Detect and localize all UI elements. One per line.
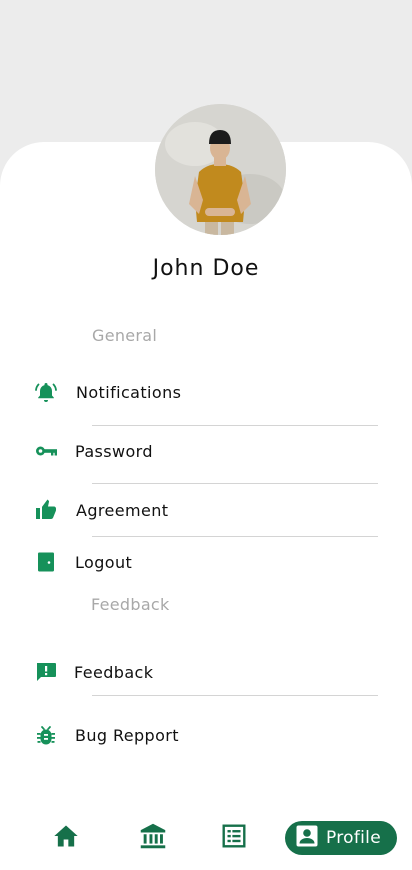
menu-label-agreement: Agreement [76, 500, 169, 520]
door-icon [34, 550, 58, 574]
menu-item-notifications[interactable]: Notifications [34, 378, 181, 406]
feedback-icon [34, 660, 58, 684]
avatar[interactable] [155, 104, 286, 235]
section-label-general: General [92, 326, 158, 345]
bug-icon [34, 723, 58, 747]
menu-item-agreement[interactable]: Agreement [34, 496, 168, 524]
menu-item-bug-report[interactable]: Bug Repport [34, 721, 179, 749]
menu-label-bug-report: Bug Repport [75, 725, 179, 745]
bank-icon [139, 822, 167, 854]
menu-item-feedback[interactable]: Feedback [34, 658, 153, 686]
profile-icon [295, 824, 319, 852]
menu-label-password: Password [75, 441, 153, 461]
nav-profile-label: Profile [326, 828, 381, 848]
nav-profile-button[interactable]: Profile [285, 821, 397, 855]
menu-item-logout[interactable]: Logout [34, 548, 132, 576]
thumbs-up-icon [34, 498, 58, 522]
bottom-nav: Profile [0, 812, 412, 864]
bell-ring-icon [34, 380, 58, 404]
divider [92, 425, 378, 426]
key-icon [34, 439, 58, 463]
section-label-feedback: Feedback [91, 595, 170, 614]
divider [92, 695, 378, 696]
divider [92, 483, 378, 484]
divider [92, 536, 378, 537]
menu-label-logout: Logout [75, 552, 133, 572]
nav-list-button[interactable] [214, 820, 254, 856]
nav-home-button[interactable] [46, 820, 86, 856]
menu-label-feedback: Feedback [74, 662, 154, 682]
home-icon [52, 822, 80, 854]
menu-label-notifications: Notifications [76, 382, 182, 402]
nav-bank-button[interactable] [133, 820, 173, 856]
list-icon [221, 823, 247, 853]
profile-name: John Doe [152, 256, 260, 281]
menu-item-password[interactable]: Password [34, 437, 153, 465]
